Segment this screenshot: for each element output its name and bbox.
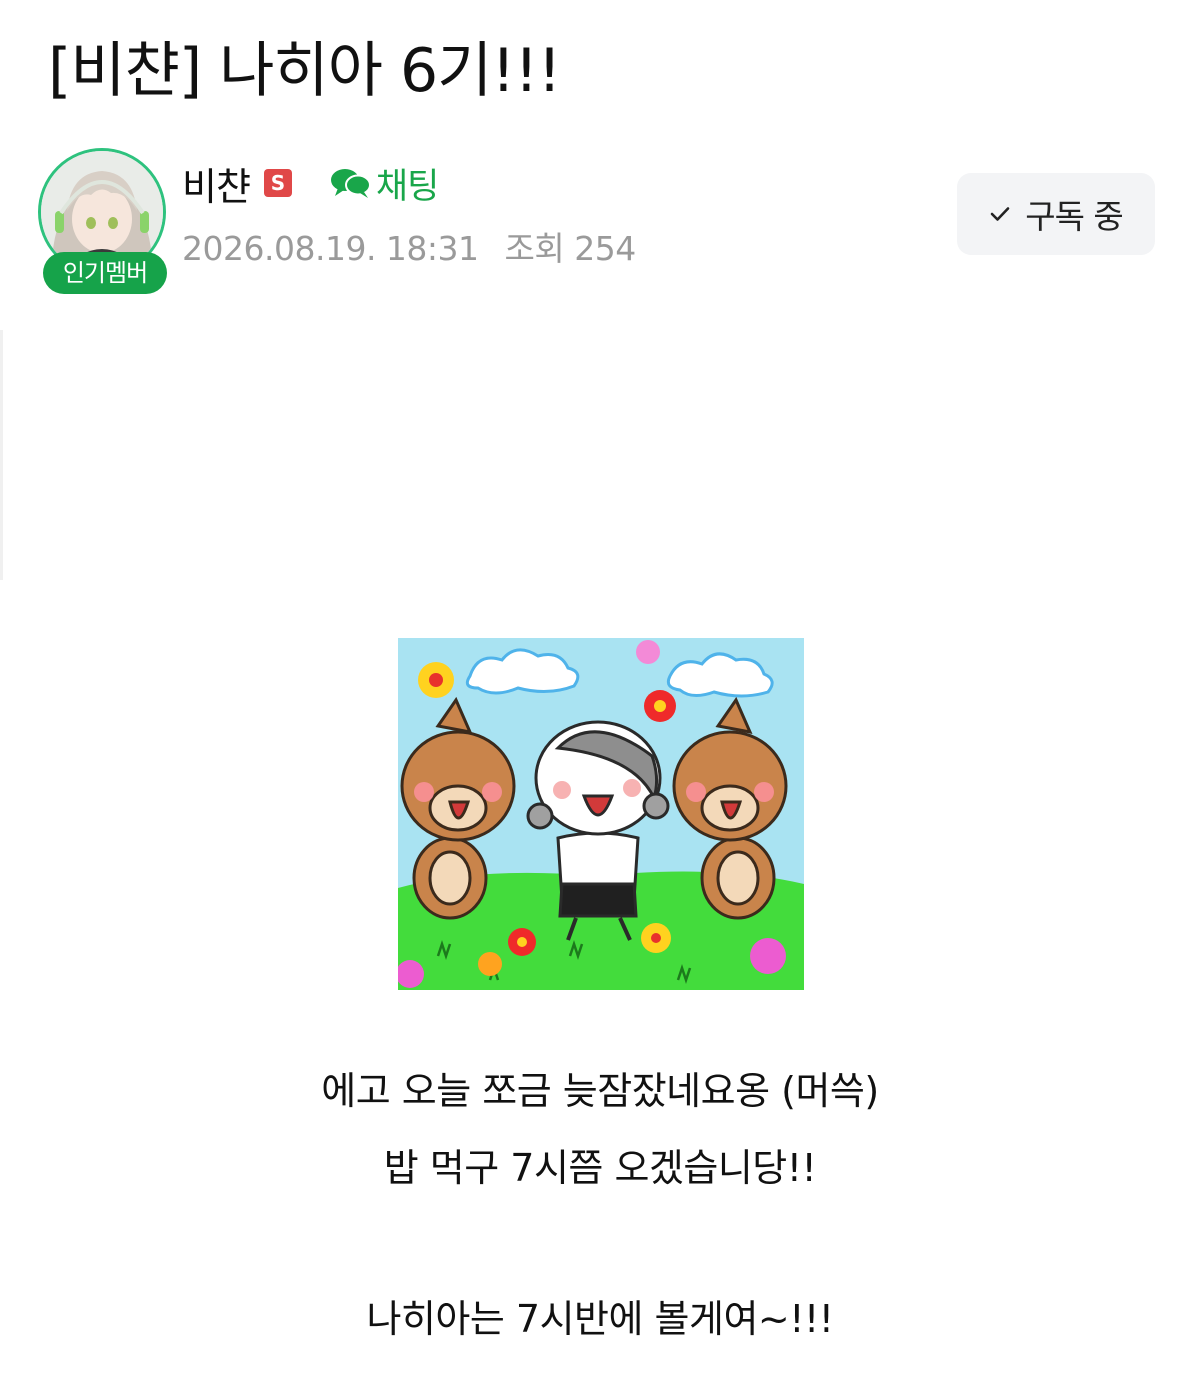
author-name[interactable]: 비챤 xyxy=(182,156,251,211)
content-line-2: 밥 먹구 7시쯤 오겠습니당!! xyxy=(383,1146,817,1190)
sticker-image xyxy=(398,638,804,990)
view-count: 조회 254 xyxy=(504,229,637,268)
divider xyxy=(0,330,3,580)
subscribe-button[interactable]: 구독 중 xyxy=(957,173,1155,255)
author-row: 비챤 S 채팅 xyxy=(182,156,439,211)
check-icon xyxy=(990,207,1010,221)
chat-label: 채팅 xyxy=(375,166,439,207)
subscribe-label: 구독 중 xyxy=(1025,197,1124,236)
author-avatar-block[interactable]: 인기멤버 xyxy=(38,148,172,298)
post-date: 2026.08.19. 18:31 xyxy=(182,229,479,268)
post-meta: 2026.08.19. 18:31 조회 254 xyxy=(182,222,636,270)
popular-member-badge: 인기멤버 xyxy=(43,252,167,294)
level-badge: S xyxy=(263,169,292,197)
content-line-3: 나히아는 7시반에 볼게여~!!! xyxy=(366,1297,834,1341)
chat-bubble-icon xyxy=(330,169,371,198)
chat-button[interactable]: 채팅 xyxy=(330,158,439,209)
content-line-1: 에고 오늘 쪼금 늦잠잤네요옹 (머쓱) xyxy=(321,1069,879,1113)
post-title: [비챤] 나히아 6기!!! xyxy=(48,36,561,106)
